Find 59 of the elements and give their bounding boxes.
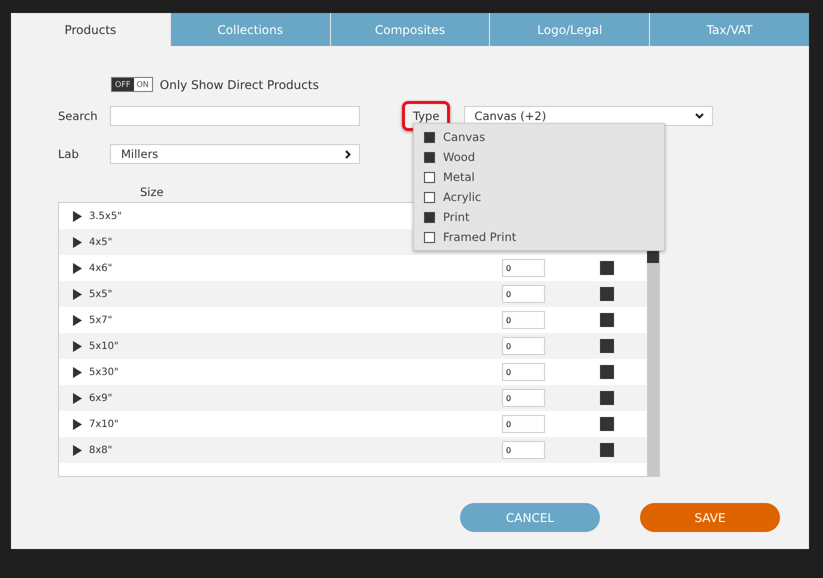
quantity-field[interactable]: 0 xyxy=(502,363,545,381)
quantity-field[interactable]: 0 xyxy=(502,441,545,459)
size-cell: 3.5x5" xyxy=(89,210,122,222)
expand-arrow-icon[interactable] xyxy=(73,236,82,248)
quantity-field[interactable]: 0 xyxy=(502,259,545,277)
toggle-on-label: ON xyxy=(134,78,152,91)
size-cell: 5x10" xyxy=(89,340,119,352)
size-cell: 4x6" xyxy=(89,262,112,274)
type-option[interactable]: Framed Print xyxy=(414,227,664,247)
checkbox[interactable] xyxy=(600,261,614,275)
size-cell: 5x30" xyxy=(89,366,119,378)
checkbox[interactable] xyxy=(424,212,435,222)
checkbox[interactable] xyxy=(600,339,614,353)
expand-arrow-icon[interactable] xyxy=(73,444,82,456)
size-cell: 6x9" xyxy=(89,392,112,404)
expand-arrow-icon[interactable] xyxy=(73,262,82,274)
type-option[interactable]: Wood xyxy=(414,147,664,167)
type-option[interactable]: Metal xyxy=(414,167,664,187)
search-label: Search xyxy=(58,109,99,123)
checkbox[interactable] xyxy=(424,172,435,182)
size-cell: 5x7" xyxy=(89,314,112,326)
size-cell: 8x8" xyxy=(89,444,112,456)
quantity-field[interactable]: 0 xyxy=(502,285,545,303)
toggle-switch[interactable]: OFF ON xyxy=(111,77,153,92)
toggle-off-label: OFF xyxy=(112,78,134,91)
quantity-field[interactable]: 0 xyxy=(502,389,545,407)
checkbox[interactable] xyxy=(600,391,614,405)
expand-arrow-icon[interactable] xyxy=(73,340,82,352)
lab-label: Lab xyxy=(58,147,80,161)
expand-arrow-icon[interactable] xyxy=(73,210,82,222)
quantity-field[interactable]: 0 xyxy=(502,415,545,433)
lab-dropdown[interactable]: Millers xyxy=(110,144,360,164)
expand-arrow-icon[interactable] xyxy=(73,392,82,404)
checkbox[interactable] xyxy=(600,287,614,301)
size-cell: 7x10" xyxy=(89,418,119,430)
checkbox[interactable] xyxy=(424,232,435,242)
checkbox[interactable] xyxy=(424,192,435,202)
checkbox[interactable] xyxy=(600,443,614,457)
checkbox[interactable] xyxy=(600,365,614,379)
checkbox[interactable] xyxy=(600,313,614,327)
checkbox[interactable] xyxy=(424,152,435,162)
size-cell: 4x5" xyxy=(89,236,112,248)
expand-arrow-icon[interactable] xyxy=(73,418,82,430)
search-field[interactable] xyxy=(110,106,360,126)
checkbox[interactable] xyxy=(424,132,435,142)
quantity-field[interactable]: 0 xyxy=(502,337,545,355)
checkbox[interactable] xyxy=(600,417,614,431)
expand-arrow-icon[interactable] xyxy=(73,314,82,326)
expand-arrow-icon[interactable] xyxy=(73,288,82,300)
type-option[interactable]: Acrylic xyxy=(414,187,664,207)
chevron-right-icon xyxy=(345,150,351,158)
size-cell: 5x5" xyxy=(89,288,112,300)
column-header: Size xyxy=(140,185,164,201)
chevron-down-icon xyxy=(695,113,704,119)
expand-arrow-icon[interactable] xyxy=(73,366,82,378)
quantity-field[interactable]: 0 xyxy=(502,311,545,329)
toggle-label: Only Show Direct Products xyxy=(160,78,319,92)
save-button[interactable]: SAVE xyxy=(640,503,780,532)
type-option[interactable]: Print xyxy=(414,207,664,227)
